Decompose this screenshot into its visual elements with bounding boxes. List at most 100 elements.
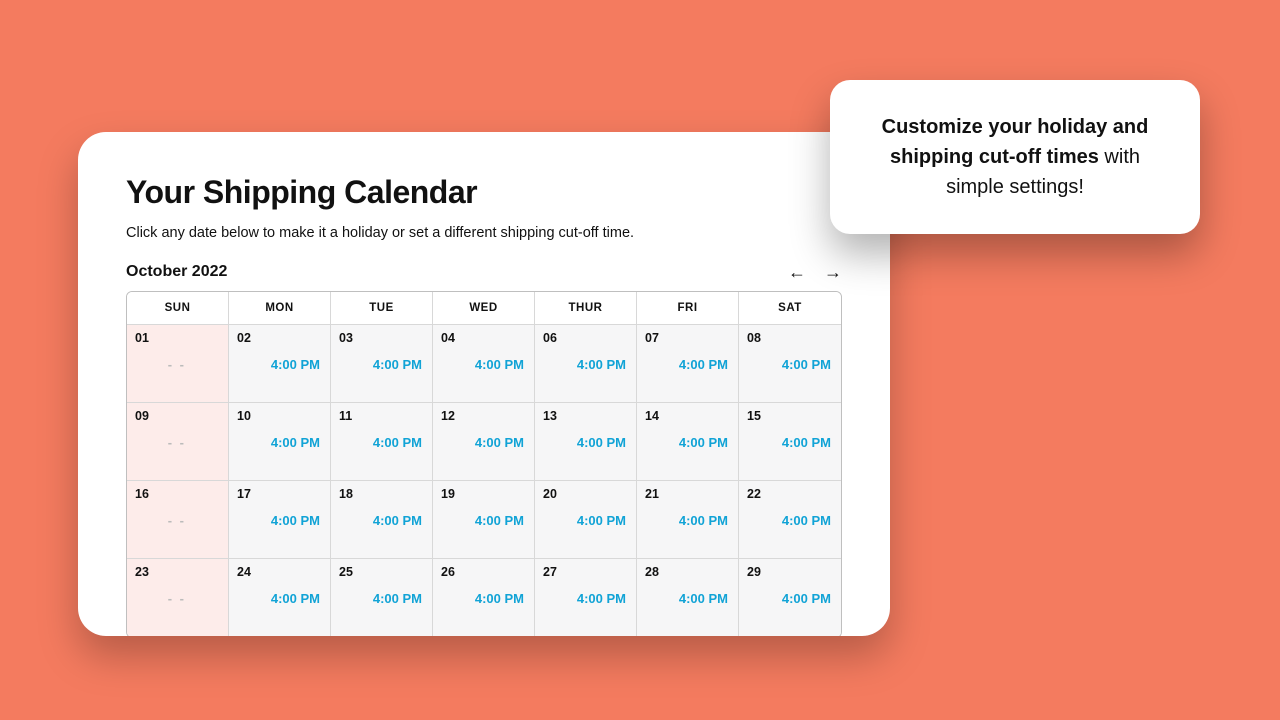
cutoff-off-label: - -	[168, 357, 186, 372]
calendar-day[interactable]: 21 4:00 PM	[637, 481, 739, 559]
cutoff-time: 4:00 PM	[679, 357, 728, 372]
month-label: October 2022	[126, 263, 227, 281]
cutoff-off-label: - -	[168, 513, 186, 528]
day-number: 27	[543, 565, 628, 579]
cutoff-time: 4:00 PM	[475, 513, 524, 528]
cutoff-time: 4:00 PM	[679, 591, 728, 606]
calendar-day[interactable]: 16 - -	[127, 481, 229, 559]
day-number: 06	[543, 331, 628, 345]
calendar-day[interactable]: 03 4:00 PM	[331, 325, 433, 403]
dow-label: SAT	[739, 292, 841, 325]
calendar-day[interactable]: 24 4:00 PM	[229, 559, 331, 636]
calendar-day[interactable]: 14 4:00 PM	[637, 403, 739, 481]
cutoff-time: 4:00 PM	[782, 357, 831, 372]
day-number: 23	[135, 565, 220, 579]
calendar-day[interactable]: 28 4:00 PM	[637, 559, 739, 636]
day-number: 24	[237, 565, 322, 579]
next-month-button[interactable]: →	[824, 263, 842, 281]
calendar-grid: 01- - 02 4:00 PM 03 4:00 PM 04 4:00 PM 06 4:00 P…	[127, 325, 841, 636]
day-number: 04	[441, 331, 526, 345]
calendar-day[interactable]: 11 4:00 PM	[331, 403, 433, 481]
dow-label: SUN	[127, 292, 229, 325]
cutoff-time: 4:00 PM	[475, 357, 524, 372]
day-number: 12	[441, 409, 526, 423]
day-number: 14	[645, 409, 730, 423]
page-subtitle: Click any date below to make it a holida…	[126, 225, 842, 241]
calendar-day[interactable]: 10 4:00 PM	[229, 403, 331, 481]
day-number: 09	[135, 409, 220, 423]
dow-label: MON	[229, 292, 331, 325]
cutoff-time: 4:00 PM	[782, 591, 831, 606]
day-number: 25	[339, 565, 424, 579]
dow-label: THUR	[535, 292, 637, 325]
cutoff-time: 4:00 PM	[782, 435, 831, 450]
day-number: 28	[645, 565, 730, 579]
calendar-day[interactable]: 01- -	[127, 325, 229, 403]
day-number: 15	[747, 409, 833, 423]
calendar-day[interactable]: 20 4:00 PM	[535, 481, 637, 559]
cutoff-time: 4:00 PM	[475, 591, 524, 606]
day-number: 16	[135, 487, 220, 501]
day-number: 11	[339, 409, 424, 423]
arrow-left-icon: ←	[788, 262, 806, 282]
calendar-day[interactable]: 184:00 PM	[331, 481, 433, 559]
calendar-day[interactable]: 17 4:00 PM	[229, 481, 331, 559]
dow-label: FRI	[637, 292, 739, 325]
day-number: 02	[237, 331, 322, 345]
calendar: SUNMONTUEWEDTHURFRISAT 01- - 02 4:00 PM 03 4…	[126, 291, 842, 636]
cutoff-time: 4:00 PM	[679, 435, 728, 450]
day-number: 08	[747, 331, 833, 345]
day-number: 07	[645, 331, 730, 345]
day-number: 22	[747, 487, 833, 501]
dow-label: TUE	[331, 292, 433, 325]
calendar-day[interactable]: 26 4:00 PM	[433, 559, 535, 636]
calendar-day[interactable]: 09 - -	[127, 403, 229, 481]
day-number: 18	[339, 487, 424, 501]
cutoff-time: 4:00 PM	[373, 591, 422, 606]
calendar-day[interactable]: 06 4:00 PM	[535, 325, 637, 403]
calendar-day[interactable]: 134:00 PM	[535, 403, 637, 481]
arrow-right-icon: →	[824, 262, 842, 282]
calendar-day[interactable]: 22 4:00 PM	[739, 481, 841, 559]
calendar-day[interactable]: 23 - -	[127, 559, 229, 636]
page-title: Your Shipping Calendar	[126, 174, 842, 211]
cutoff-time: 4:00 PM	[373, 435, 422, 450]
day-number: 29	[747, 565, 833, 579]
cutoff-time: 4:00 PM	[577, 513, 626, 528]
prev-month-button[interactable]: ←	[788, 263, 806, 281]
promo-tooltip: Customize your holiday and shipping cut-…	[830, 80, 1200, 234]
calendar-day[interactable]: 194:00 PM	[433, 481, 535, 559]
cutoff-time: 4:00 PM	[271, 513, 320, 528]
day-number: 17	[237, 487, 322, 501]
calendar-day[interactable]: 12 4:00 PM	[433, 403, 535, 481]
calendar-day[interactable]: 07 4:00 PM	[637, 325, 739, 403]
day-number: 21	[645, 487, 730, 501]
cutoff-time: 4:00 PM	[475, 435, 524, 450]
calendar-day[interactable]: 08 4:00 PM	[739, 325, 841, 403]
calendar-day[interactable]: 02 4:00 PM	[229, 325, 331, 403]
calendar-day[interactable]: 04 4:00 PM	[433, 325, 535, 403]
day-number: 10	[237, 409, 322, 423]
cutoff-time: 4:00 PM	[271, 591, 320, 606]
day-number: 26	[441, 565, 526, 579]
calendar-day[interactable]: 27 4:00 PM	[535, 559, 637, 636]
cutoff-time: 4:00 PM	[577, 591, 626, 606]
cutoff-off-label: - -	[168, 435, 186, 450]
cutoff-time: 4:00 PM	[373, 357, 422, 372]
calendar-card: Your Shipping Calendar Click any date be…	[78, 132, 890, 636]
dow-label: WED	[433, 292, 535, 325]
calendar-day[interactable]: 29 4:00 PM	[739, 559, 841, 636]
day-number: 20	[543, 487, 628, 501]
cutoff-time: 4:00 PM	[577, 357, 626, 372]
day-number: 03	[339, 331, 424, 345]
calendar-day[interactable]: 25 4:00 PM	[331, 559, 433, 636]
calendar-day[interactable]: 15 4:00 PM	[739, 403, 841, 481]
calendar-nav: ← →	[788, 263, 842, 281]
calendar-header: October 2022 ← →	[126, 263, 842, 281]
cutoff-time: 4:00 PM	[782, 513, 831, 528]
cutoff-time: 4:00 PM	[271, 357, 320, 372]
cutoff-off-label: - -	[168, 591, 186, 606]
cutoff-time: 4:00 PM	[271, 435, 320, 450]
cutoff-time: 4:00 PM	[679, 513, 728, 528]
day-number: 13	[543, 409, 628, 423]
